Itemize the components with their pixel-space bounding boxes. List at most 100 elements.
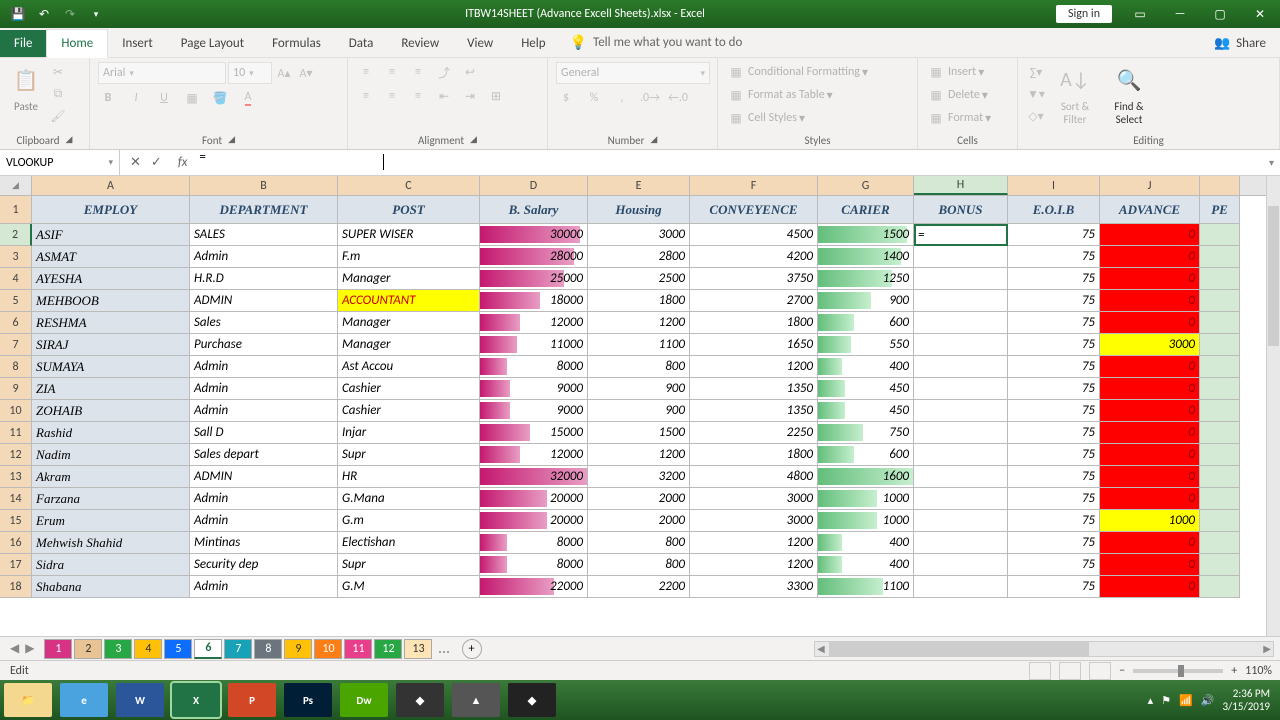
column-header-partial[interactable] <box>1200 176 1240 195</box>
cell[interactable]: 8000 <box>480 554 588 576</box>
cell[interactable]: 800 <box>588 554 690 576</box>
decrease-decimal-icon[interactable]: ←.0 <box>668 88 688 108</box>
cell[interactable]: G.M <box>338 576 480 598</box>
cell[interactable]: 900 <box>588 400 690 422</box>
clear-icon[interactable]: ◇▾ <box>1026 106 1046 126</box>
cell[interactable]: Security dep <box>190 554 338 576</box>
cell[interactable]: H.R.D <box>190 268 338 290</box>
delete-cells-button[interactable]: ▦Delete ▾ <box>926 85 991 105</box>
cell[interactable]: Cashier <box>338 378 480 400</box>
cell[interactable]: 25000 <box>480 268 588 290</box>
cell[interactable]: Admin <box>190 356 338 378</box>
formula-bar-input[interactable]: = <box>193 150 1263 175</box>
tray-flag-icon[interactable]: ⚑ <box>1161 694 1171 707</box>
header-cell[interactable]: B. Salary <box>480 196 588 224</box>
tell-me-search[interactable]: 💡 Tell me what you want to do <box>560 28 753 57</box>
cell[interactable]: 400 <box>818 356 914 378</box>
cell[interactable] <box>1200 246 1240 268</box>
file-explorer-icon[interactable]: 📁 <box>4 683 52 717</box>
cell[interactable]: 22000 <box>480 576 588 598</box>
cell[interactable]: 0 <box>1100 488 1200 510</box>
cell[interactable] <box>914 334 1008 356</box>
cell[interactable]: 75 <box>1008 224 1100 246</box>
tab-review[interactable]: Review <box>387 30 453 57</box>
cell[interactable] <box>1200 224 1240 246</box>
cell[interactable] <box>914 290 1008 312</box>
cell[interactable]: HR <box>338 466 480 488</box>
align-bottom-icon[interactable]: ≡ <box>408 62 428 82</box>
cell[interactable]: 3200 <box>588 466 690 488</box>
cell[interactable]: ZOHAIB <box>32 400 190 422</box>
cell[interactable]: 4500 <box>690 224 818 246</box>
format-as-table-button[interactable]: ▦Format as Table ▾ <box>726 85 868 105</box>
sheet-nav-prev-icon[interactable]: ◀ <box>10 641 19 656</box>
row-header[interactable]: 16 <box>0 532 32 554</box>
cell[interactable]: Admin <box>190 400 338 422</box>
cell[interactable]: RESHMA <box>32 312 190 334</box>
scrollbar-thumb[interactable] <box>1268 206 1279 346</box>
cell[interactable] <box>1200 356 1240 378</box>
orientation-icon[interactable]: ⤴ <box>434 62 454 82</box>
cell[interactable] <box>914 576 1008 598</box>
cell[interactable]: 20000 <box>480 488 588 510</box>
vertical-scrollbar[interactable] <box>1266 176 1280 636</box>
cell[interactable] <box>914 510 1008 532</box>
cell[interactable] <box>1200 554 1240 576</box>
cell[interactable]: 1000 <box>818 488 914 510</box>
photoshop-icon[interactable]: Ps <box>284 683 332 717</box>
enter-formula-icon[interactable]: ✓ <box>151 155 162 170</box>
cell[interactable]: 750 <box>818 422 914 444</box>
header-cell[interactable]: POST <box>338 196 480 224</box>
sheet-tab-2[interactable]: 2 <box>74 639 102 659</box>
sheet-tab-13[interactable]: 13 <box>404 639 432 659</box>
select-all-corner[interactable]: ◢ <box>0 176 32 195</box>
row-header[interactable]: 7 <box>0 334 32 356</box>
zoom-level[interactable]: 110% <box>1245 664 1272 678</box>
cell[interactable]: 3750 <box>690 268 818 290</box>
powerpoint-icon[interactable]: P <box>228 683 276 717</box>
cell[interactable]: Admin <box>190 246 338 268</box>
row-header[interactable]: 10 <box>0 400 32 422</box>
cell[interactable]: 1800 <box>690 444 818 466</box>
borders-icon[interactable]: ▦ <box>182 88 202 108</box>
decrease-indent-icon[interactable]: ⇤ <box>434 86 454 106</box>
column-header-C[interactable]: C <box>338 176 480 195</box>
cell[interactable] <box>914 444 1008 466</box>
italic-icon[interactable]: I <box>126 88 146 108</box>
cell[interactable]: 15000 <box>480 422 588 444</box>
row-header[interactable]: 15 <box>0 510 32 532</box>
column-header-J[interactable]: J <box>1100 176 1200 195</box>
app-icon-3[interactable]: ◆ <box>508 683 556 717</box>
cell[interactable] <box>1200 290 1240 312</box>
save-icon[interactable]: 💾 <box>10 6 26 22</box>
system-clock[interactable]: 2:36 PM 3/15/2019 <box>1222 687 1270 713</box>
cell[interactable] <box>1200 422 1240 444</box>
cell[interactable]: MEHBOOB <box>32 290 190 312</box>
cell[interactable]: 1200 <box>690 532 818 554</box>
cell[interactable]: 3000 <box>690 488 818 510</box>
cell[interactable]: 1350 <box>690 378 818 400</box>
percent-icon[interactable]: % <box>584 88 604 108</box>
normal-view-icon[interactable] <box>1029 662 1051 680</box>
cell[interactable]: 0 <box>1100 444 1200 466</box>
cell[interactable]: 900 <box>818 290 914 312</box>
hscroll-thumb[interactable] <box>829 642 1089 656</box>
tab-view[interactable]: View <box>453 30 507 57</box>
cell[interactable]: SUMAYA <box>32 356 190 378</box>
align-left-icon[interactable]: ≡ <box>356 86 376 106</box>
sheet-tab-10[interactable]: 10 <box>314 639 342 659</box>
row-header[interactable]: 9 <box>0 378 32 400</box>
align-center-icon[interactable]: ≡ <box>382 86 402 106</box>
cell[interactable]: 1250 <box>818 268 914 290</box>
new-sheet-button[interactable]: + <box>462 639 482 659</box>
align-right-icon[interactable]: ≡ <box>408 86 428 106</box>
cell[interactable]: 75 <box>1008 576 1100 598</box>
row-header[interactable]: 18 <box>0 576 32 598</box>
cell[interactable]: 0 <box>1100 378 1200 400</box>
fill-icon[interactable]: ▼▾ <box>1026 84 1046 104</box>
qat-customize-icon[interactable]: ▾ <box>88 6 104 22</box>
cell[interactable]: AYESHA <box>32 268 190 290</box>
cell[interactable] <box>1200 334 1240 356</box>
cell[interactable]: Shabana <box>32 576 190 598</box>
sheet-tab-4[interactable]: 4 <box>134 639 162 659</box>
